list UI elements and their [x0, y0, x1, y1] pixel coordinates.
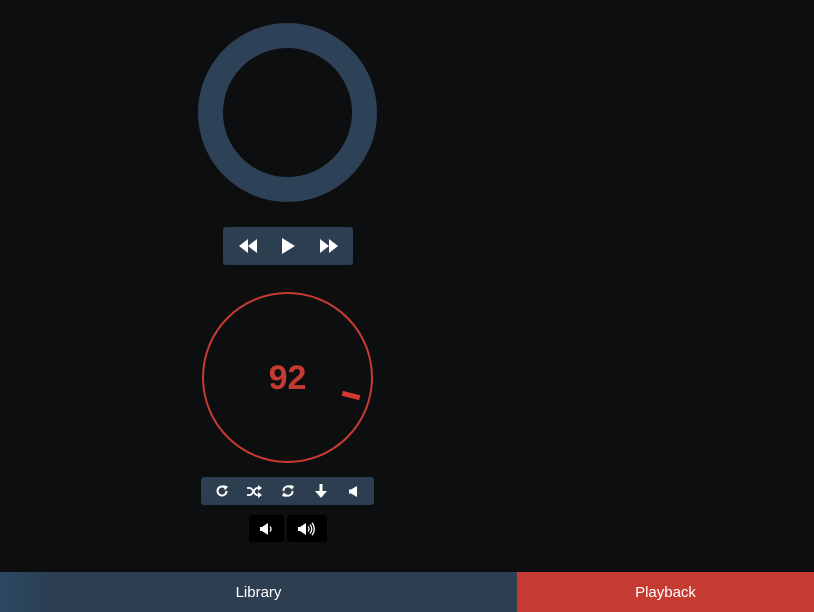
download-button[interactable]: [308, 479, 334, 503]
options-bar: [201, 477, 374, 505]
volume-down-icon: [260, 522, 273, 535]
volume-dial[interactable]: 92: [202, 292, 373, 463]
rewind-icon: [238, 239, 257, 253]
redo-icon: [215, 484, 229, 498]
bottom-nav: Library Playback: [0, 572, 814, 612]
progress-ring: [198, 23, 377, 202]
tab-library[interactable]: Library: [0, 572, 517, 612]
repeat-button[interactable]: [275, 479, 301, 503]
rewind-button[interactable]: [232, 230, 264, 262]
shuffle-icon: [247, 484, 262, 498]
mute-button[interactable]: [341, 479, 367, 503]
redo-button[interactable]: [209, 479, 235, 503]
transport-controls: [223, 227, 353, 265]
tab-library-label: Library: [235, 583, 282, 601]
volume-off-icon: [349, 485, 358, 497]
tab-playback-label: Playback: [635, 583, 696, 601]
download-icon: [314, 484, 327, 498]
play-icon: [281, 238, 295, 254]
nav-edge-fade: [0, 572, 55, 612]
repeat-icon: [281, 484, 295, 498]
play-button[interactable]: [272, 230, 304, 262]
volume-down-button[interactable]: [249, 515, 284, 542]
volume-up-button[interactable]: [287, 515, 327, 542]
shuffle-button[interactable]: [242, 479, 268, 503]
fast-forward-icon: [319, 239, 338, 253]
fast-forward-button[interactable]: [313, 230, 345, 262]
volume-up-icon: [298, 521, 316, 536]
tab-playback[interactable]: Playback: [517, 572, 814, 612]
